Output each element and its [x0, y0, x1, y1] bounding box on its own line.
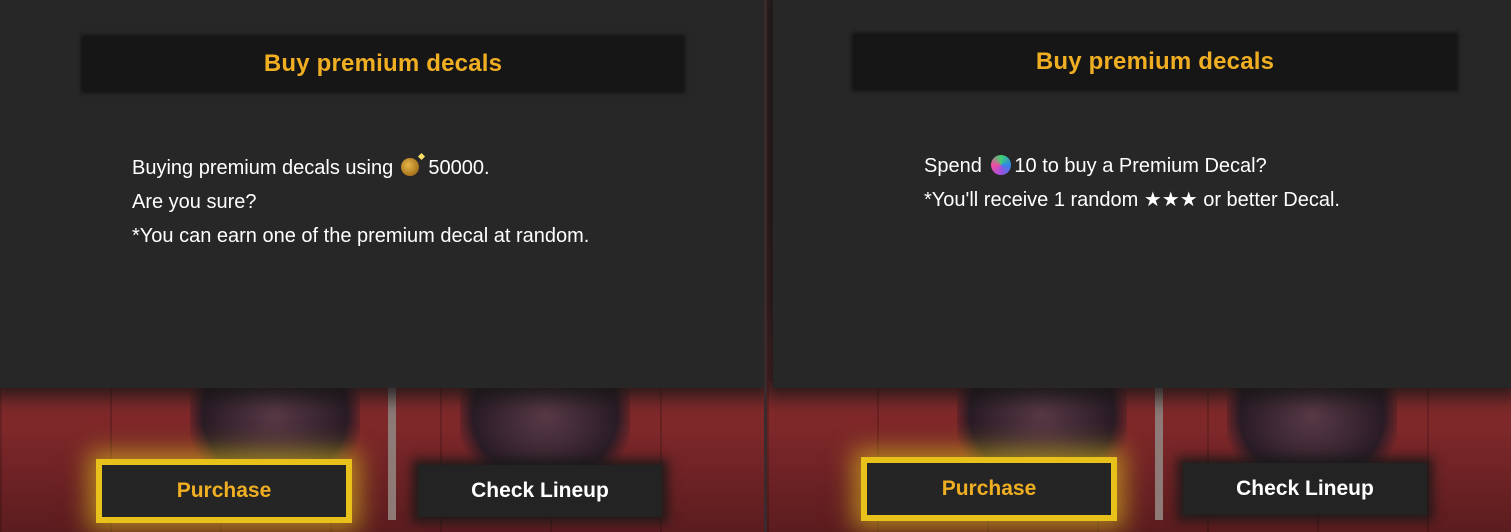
message-text: 10 to buy a Premium Decal? [1014, 155, 1267, 177]
title-bar: Buy premium decals [84, 38, 682, 90]
coin-icon [400, 158, 419, 176]
message-line: *You'll receive 1 random ★★★ or better D… [924, 189, 1340, 211]
purchase-button[interactable]: Purchase [102, 465, 346, 517]
message-line: Are you sure? [132, 191, 257, 213]
purchase-button[interactable]: Purchase [867, 463, 1111, 515]
dialog-title: Buy premium decals [1035, 48, 1275, 75]
pole [388, 380, 396, 520]
dialog-message: Buying premium decals using 50000. Are y… [132, 151, 589, 253]
check-lineup-button[interactable]: Check Lineup [1183, 463, 1427, 515]
purchase-dialog-coins: Buy premium decals Buying premium decals… [0, 0, 764, 532]
dialog-message: Spend 10 to buy a Premium Decal? *You'll… [924, 149, 1340, 217]
title-bar: Buy premium decals [855, 36, 1455, 88]
purchase-dialog-gems: Buy premium decals Spend 10 to buy a Pre… [767, 0, 1511, 532]
coin-amount: 50000. [422, 157, 490, 179]
message-line: *You can earn one of the premium decal a… [132, 225, 590, 247]
message-line: Buying premium decals using 50000. [132, 151, 589, 185]
message-text: Spend [924, 155, 988, 177]
dialog-title: Buy premium decals [263, 50, 503, 77]
gem-icon [991, 155, 1012, 175]
check-lineup-button[interactable]: Check Lineup [418, 465, 662, 517]
dialog-box: Buy premium decals Spend 10 to buy a Pre… [773, 0, 1511, 388]
pole [1155, 380, 1163, 520]
message-line: Spend 10 to buy a Premium Decal? [924, 149, 1340, 183]
message-text: Buying premium decals using [132, 157, 399, 179]
dialog-box: Buy premium decals Buying premium decals… [0, 0, 764, 388]
